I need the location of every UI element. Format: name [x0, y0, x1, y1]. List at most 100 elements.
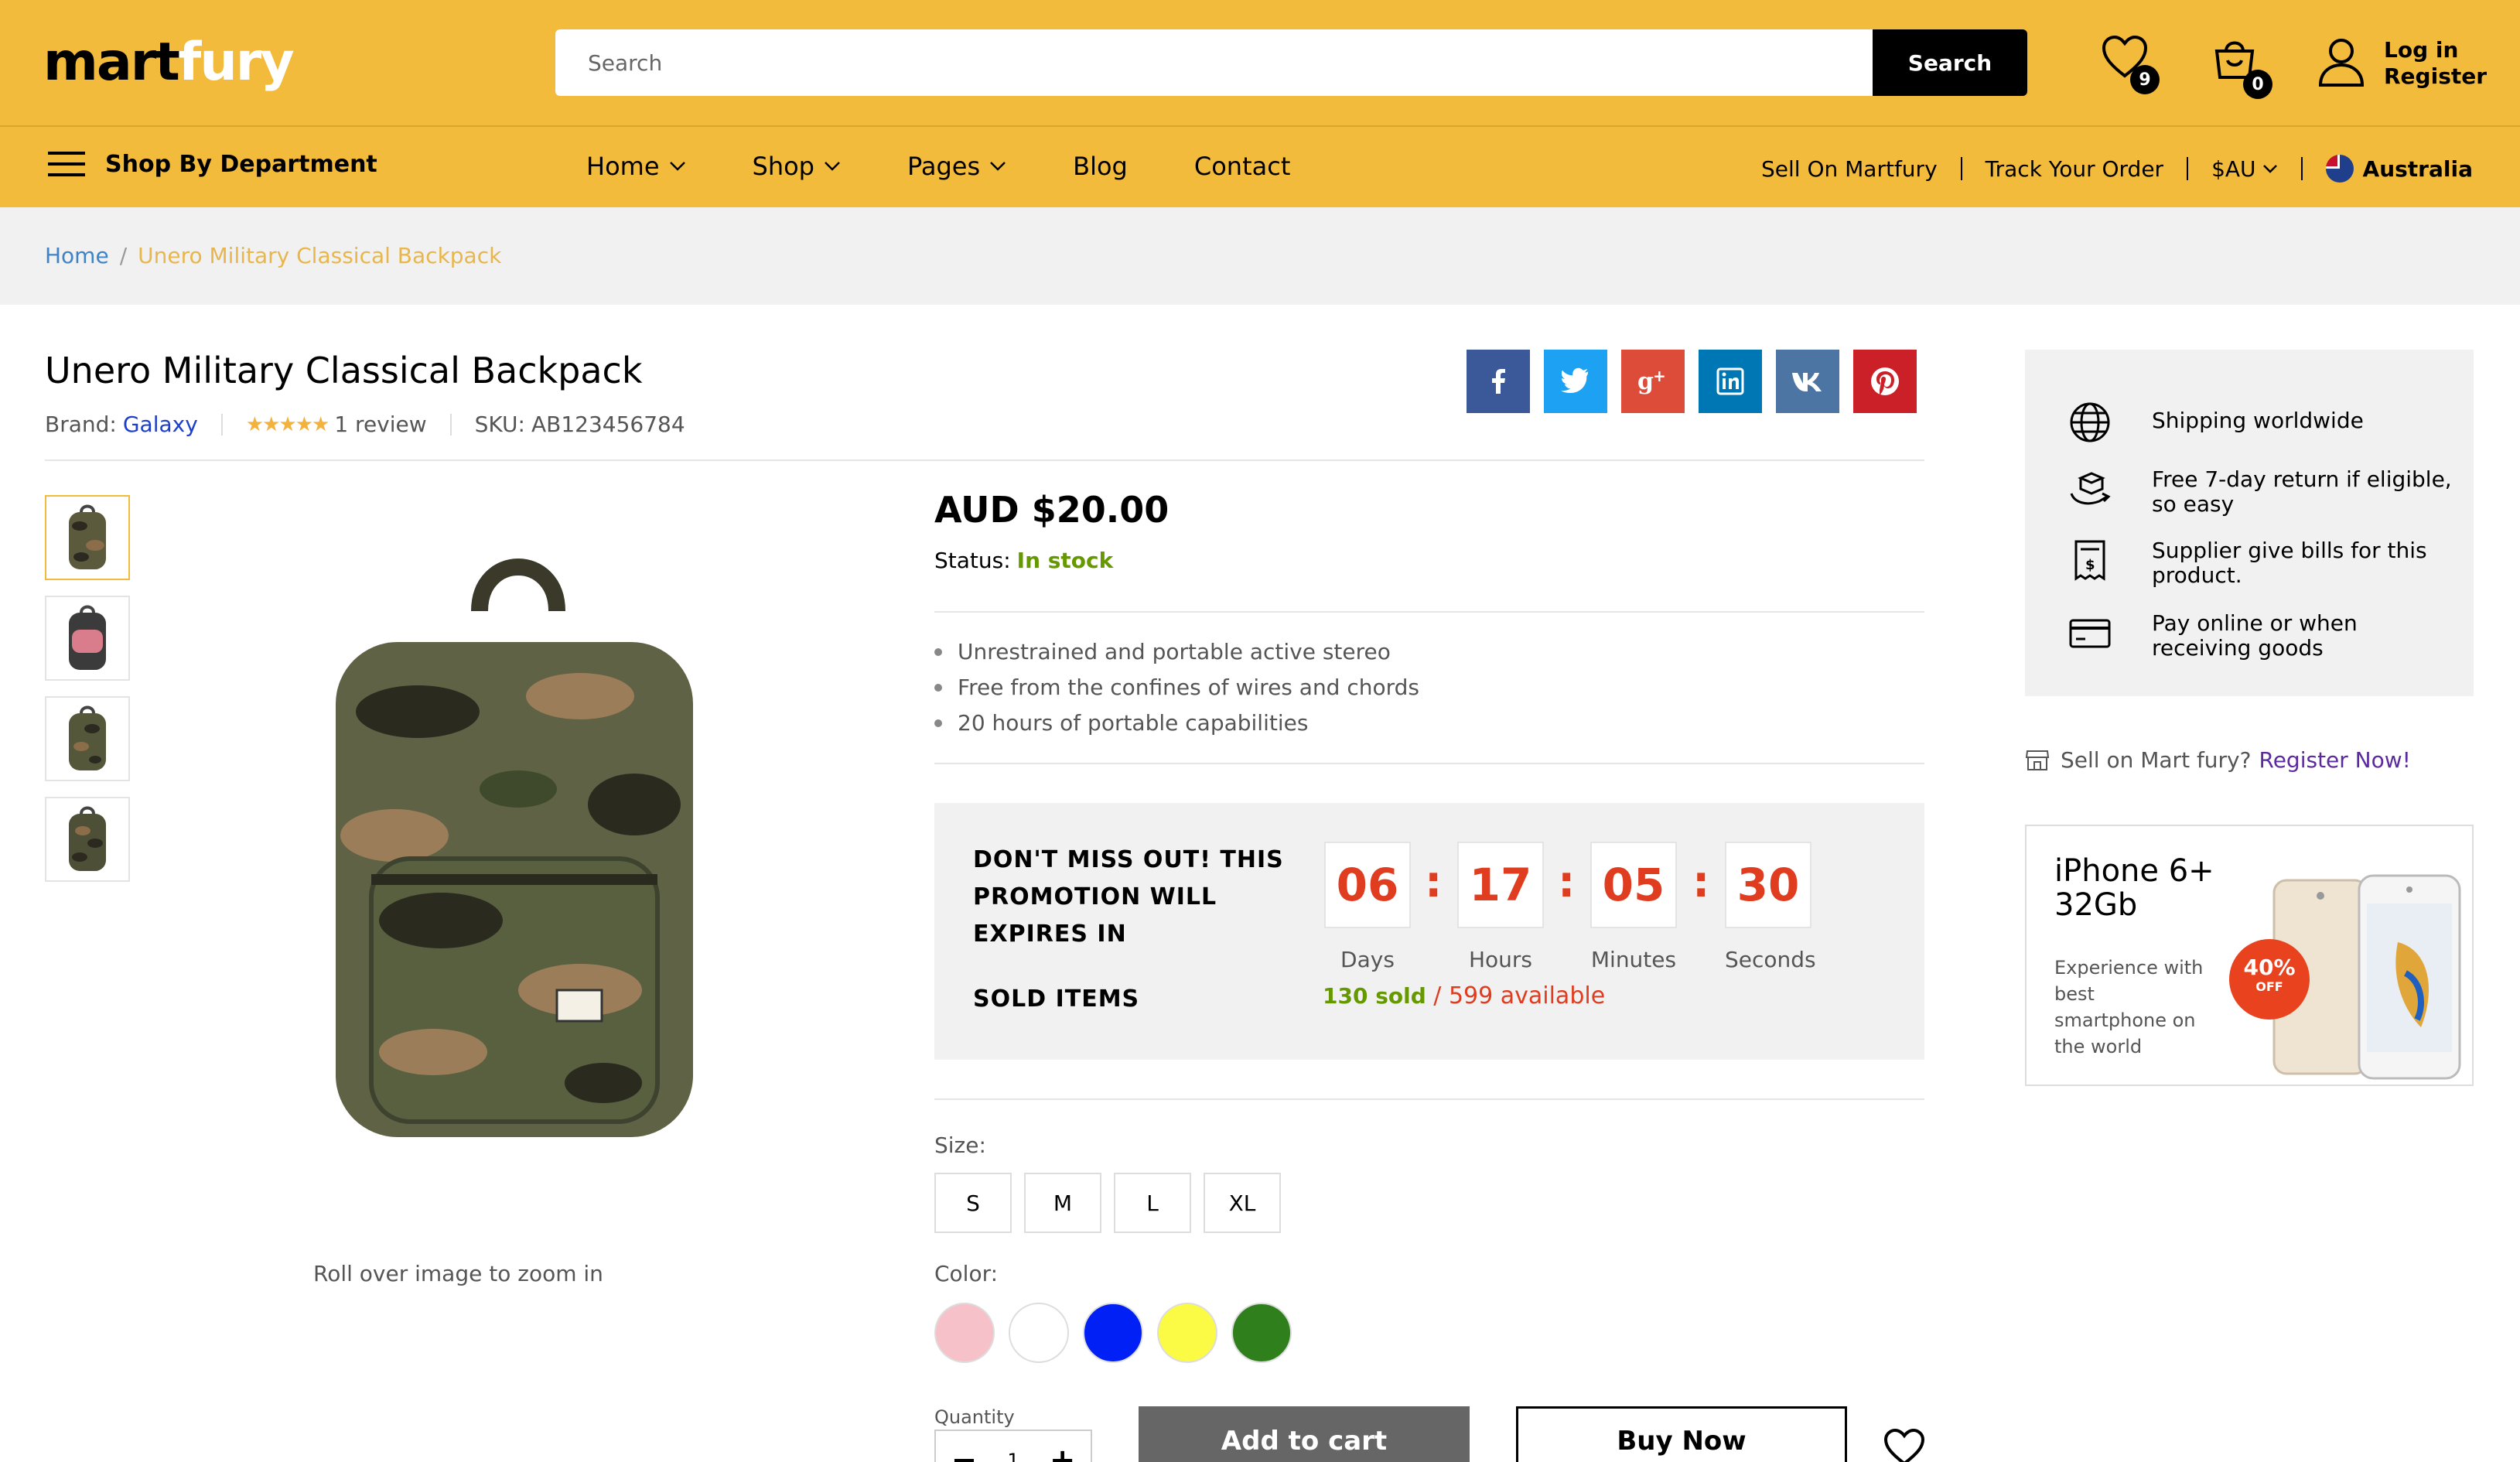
- color-swatch-yellow[interactable]: [1157, 1303, 1217, 1363]
- quantity-label: Quantity: [934, 1406, 1015, 1428]
- add-to-cart-button[interactable]: Add to cart: [1139, 1406, 1470, 1462]
- sell-on-martfury: Sell on Mart fury? Register Now!: [2025, 747, 2411, 773]
- quantity-value[interactable]: 1: [1007, 1450, 1019, 1462]
- user-icon[interactable]: [2317, 37, 2365, 91]
- globe-icon: [2070, 402, 2110, 442]
- nav-item-contact[interactable]: Contact: [1194, 152, 1291, 181]
- buy-now-button[interactable]: Buy Now: [1516, 1406, 1847, 1462]
- country-selector[interactable]: Australia: [2325, 155, 2473, 183]
- promo-banner[interactable]: iPhone 6+ 32Gb Experience with best smar…: [2025, 825, 2474, 1086]
- shipping-text: Free 7-day return if eligible, so easy: [2152, 466, 2452, 517]
- divider: [934, 763, 1924, 764]
- product-main-image[interactable]: [325, 557, 712, 1153]
- sell-on-martfury-link[interactable]: Sell On Martfury: [1761, 156, 1938, 182]
- heart-icon: [1883, 1428, 1925, 1462]
- track-order-link[interactable]: Track Your Order: [1986, 156, 2163, 182]
- nav-label: Pages: [907, 152, 981, 181]
- countdown-colon: :: [1425, 857, 1443, 907]
- shipping-text: Supplier give bills for this product.: [2152, 538, 2427, 588]
- login-link[interactable]: Log in: [2384, 37, 2487, 63]
- chevron-down-icon: [990, 162, 1006, 171]
- thumbnail-list: [45, 495, 130, 897]
- size-label: Size:: [934, 1132, 986, 1158]
- wishlist-button[interactable]: 9: [2101, 34, 2160, 94]
- color-swatch-pink[interactable]: [934, 1303, 995, 1363]
- nav-item-home[interactable]: Home: [586, 152, 686, 181]
- logo-text-mart: mart: [43, 32, 180, 93]
- nav-label: Contact: [1193, 152, 1291, 181]
- google-plus-share-button[interactable]: g +: [1621, 350, 1685, 413]
- add-to-wishlist-button[interactable]: [1883, 1428, 1926, 1462]
- shipping-item: $ Supplier give bills for this product.: [2068, 538, 2461, 588]
- hamburger-menu-icon: [48, 152, 85, 176]
- nav-label: Home: [586, 152, 660, 181]
- sku-value: AB123456784: [531, 412, 685, 437]
- linkedin-share-button[interactable]: [1699, 350, 1762, 413]
- nav-item-shop[interactable]: Shop: [753, 152, 841, 181]
- svg-text:g: g: [1637, 368, 1654, 395]
- shipping-item: Shipping worldwide: [2068, 401, 2461, 444]
- header-topbar: martfury Search 9 0: [0, 0, 2520, 127]
- quantity-increase-button[interactable]: +: [1050, 1443, 1076, 1462]
- nav-item-blog[interactable]: Blog: [1073, 152, 1128, 181]
- nav-label: Blog: [1073, 152, 1128, 181]
- register-now-link[interactable]: Register Now!: [2259, 747, 2411, 773]
- color-label: Color:: [934, 1261, 999, 1286]
- product-thumbnail[interactable]: [45, 596, 130, 681]
- vk-share-button[interactable]: [1776, 350, 1839, 413]
- countdown-minutes: 05 Minutes: [1590, 842, 1677, 972]
- nav-item-pages[interactable]: Pages: [907, 152, 1006, 181]
- pinterest-icon: [1871, 367, 1899, 395]
- color-swatch-blue[interactable]: [1083, 1303, 1143, 1363]
- svg-text:+: +: [1653, 367, 1666, 385]
- currency-selector[interactable]: $AU: [2211, 156, 2277, 182]
- divider: [2300, 157, 2303, 180]
- svg-text:$: $: [2085, 557, 2095, 573]
- product-meta: Brand: Galaxy ★★★★★ 1 review SKU: AB1234…: [45, 412, 685, 437]
- breadcrumb: Home / Unero Military Classical Backpack: [0, 207, 2520, 305]
- promotion-title: DON'T MISS OUT! THIS PROMOTION WILL EXPI…: [973, 846, 1284, 948]
- size-option-xl[interactable]: XL: [1204, 1173, 1281, 1233]
- facebook-share-button[interactable]: [1467, 350, 1530, 413]
- chevron-down-icon: [2262, 165, 2277, 173]
- list-item: Free from the confines of wires and chor…: [934, 670, 1419, 705]
- banner-description: Experience with best smartphone on the w…: [2054, 957, 2204, 1057]
- main-navbar: Shop By Department Home Shop Pages Blog …: [0, 128, 2520, 207]
- pinterest-share-button[interactable]: [1853, 350, 1917, 413]
- size-option-l[interactable]: L: [1114, 1173, 1191, 1233]
- search-button[interactable]: Search: [1873, 29, 2027, 96]
- twitter-share-button[interactable]: [1544, 350, 1607, 413]
- countdown-label: Seconds: [1725, 947, 1816, 972]
- shop-by-department-menu[interactable]: Shop By Department: [48, 150, 377, 178]
- product-title: Unero Military Classical Backpack: [45, 350, 643, 391]
- review-count-link[interactable]: 1 review: [334, 412, 426, 437]
- product-thumbnail[interactable]: [45, 495, 130, 580]
- divider: [934, 1098, 1924, 1100]
- size-option-s[interactable]: S: [934, 1173, 1012, 1233]
- cart-button[interactable]: 0: [2211, 34, 2272, 99]
- vk-icon: [1792, 373, 1822, 391]
- site-header: martfury Search 9 0: [0, 0, 2520, 207]
- department-label: Shop By Department: [105, 150, 377, 178]
- return-box-icon: [2070, 472, 2111, 505]
- chevron-down-icon: [669, 162, 685, 171]
- site-logo[interactable]: martfury: [43, 28, 295, 97]
- register-link[interactable]: Register: [2384, 63, 2487, 90]
- quantity-decrease-button[interactable]: −: [951, 1443, 978, 1462]
- feature-list: Unrestrained and portable active stereo …: [934, 634, 1419, 741]
- store-icon: [2025, 750, 2050, 770]
- color-swatch-green[interactable]: [1231, 1303, 1292, 1363]
- size-option-m[interactable]: M: [1024, 1173, 1101, 1233]
- account-links: Log in Register: [2384, 37, 2487, 90]
- product-thumbnail[interactable]: [45, 797, 130, 882]
- brand-link[interactable]: Galaxy: [123, 412, 198, 437]
- banner-title: iPhone 6+ 32Gb: [2054, 853, 2214, 923]
- divider: [2187, 157, 2189, 180]
- color-swatch-white[interactable]: [1009, 1303, 1069, 1363]
- search-input[interactable]: [555, 29, 1873, 96]
- receipt-icon: $: [2074, 540, 2105, 581]
- country-value: Australia: [2362, 155, 2473, 182]
- product-thumbnail[interactable]: [45, 696, 130, 781]
- logo-text-fury: fury: [178, 32, 295, 93]
- breadcrumb-home-link[interactable]: Home: [45, 243, 109, 268]
